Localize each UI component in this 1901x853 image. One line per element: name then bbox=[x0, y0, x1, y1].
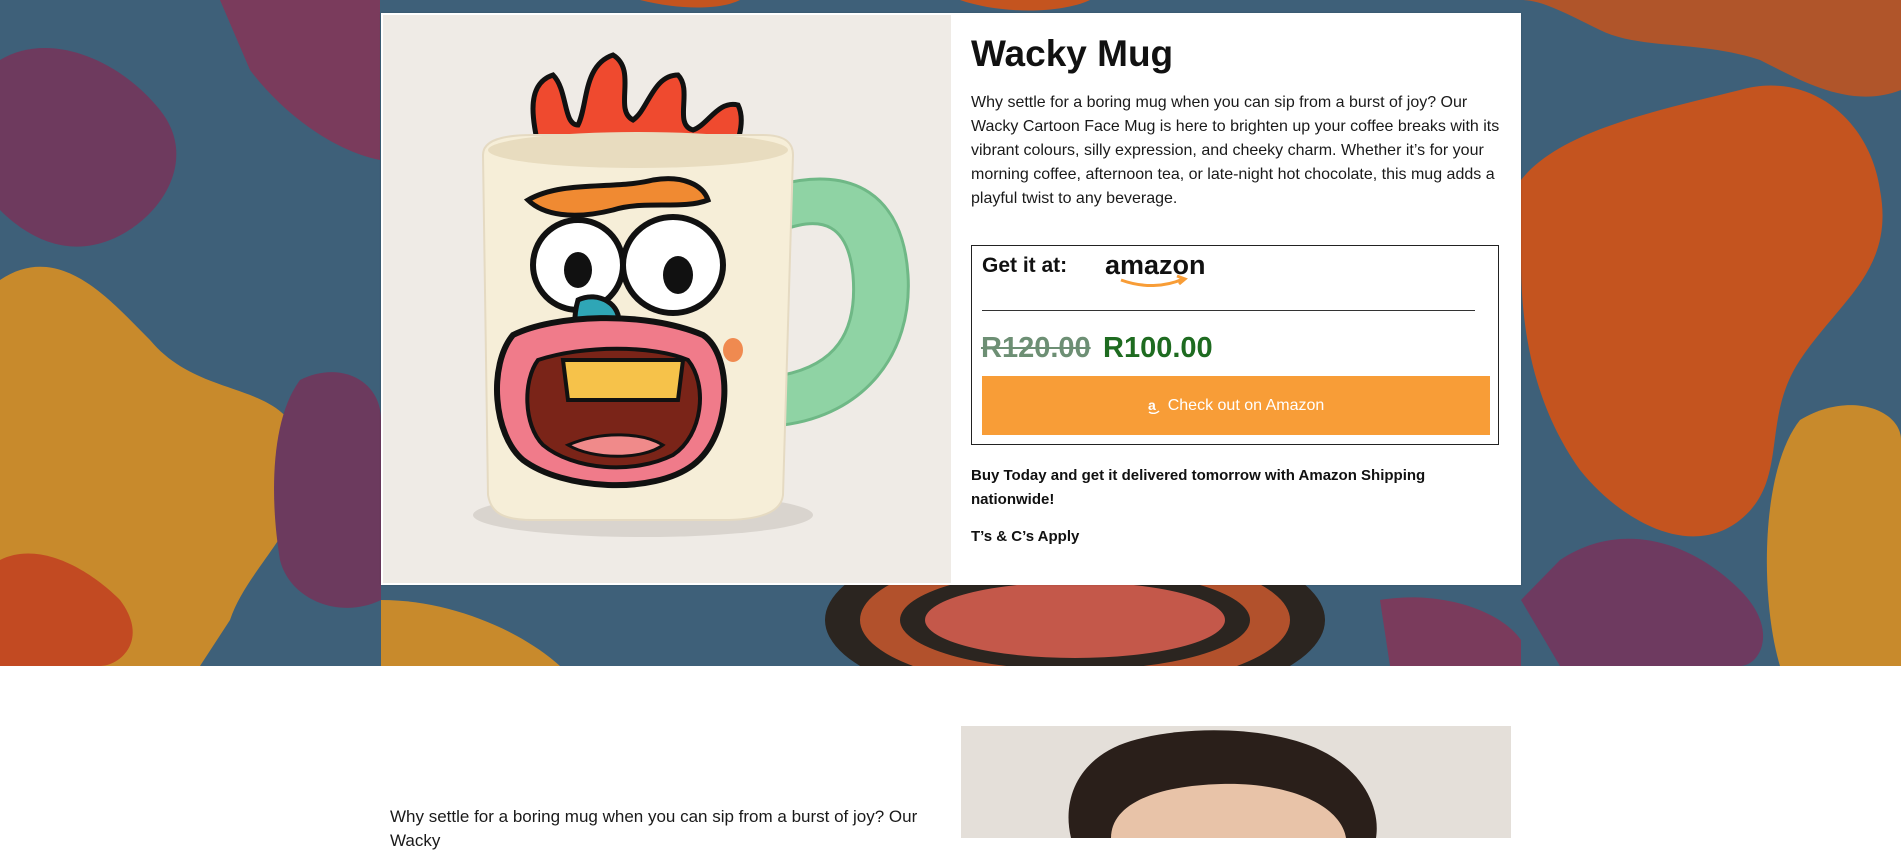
terms-note: T’s & C’s Apply bbox=[971, 528, 1080, 545]
buy-box-divider bbox=[982, 310, 1475, 311]
product-title: Wacky Mug bbox=[971, 33, 1174, 74]
product-info: Wacky Mug Why settle for a boring mug wh… bbox=[971, 31, 1501, 211]
model-photo bbox=[961, 726, 1511, 838]
section2-description: Why settle for a boring mug when you can… bbox=[390, 807, 918, 850]
get-it-label: Get it at: bbox=[982, 254, 1068, 277]
checkout-button-label: Check out on Amazon bbox=[1167, 396, 1325, 414]
sale-price: R100.00 bbox=[1103, 332, 1213, 364]
buy-box: Get it at: amazon R120.00 R100.00 a Chec… bbox=[971, 245, 1499, 445]
product-description: Why settle for a boring mug when you can… bbox=[971, 94, 1500, 207]
amazon-a-icon: a bbox=[1148, 398, 1160, 414]
mug-illustration bbox=[383, 15, 951, 583]
shipping-note: Buy Today and get it delivered tomorrow … bbox=[971, 467, 1426, 508]
amazon-logo-icon: amazon bbox=[1105, 250, 1206, 288]
amazon-logo[interactable]: amazon bbox=[1105, 250, 1206, 293]
checkout-on-amazon-button[interactable]: a Check out on Amazon bbox=[982, 376, 1490, 435]
product-image bbox=[383, 15, 951, 583]
old-price: R120.00 bbox=[981, 332, 1091, 364]
person-photo bbox=[961, 726, 1511, 838]
svg-text:a: a bbox=[1148, 398, 1156, 413]
product-card: Wacky Mug Why settle for a boring mug wh… bbox=[381, 13, 1521, 585]
amazon-logo-text: amazon bbox=[1105, 252, 1205, 280]
